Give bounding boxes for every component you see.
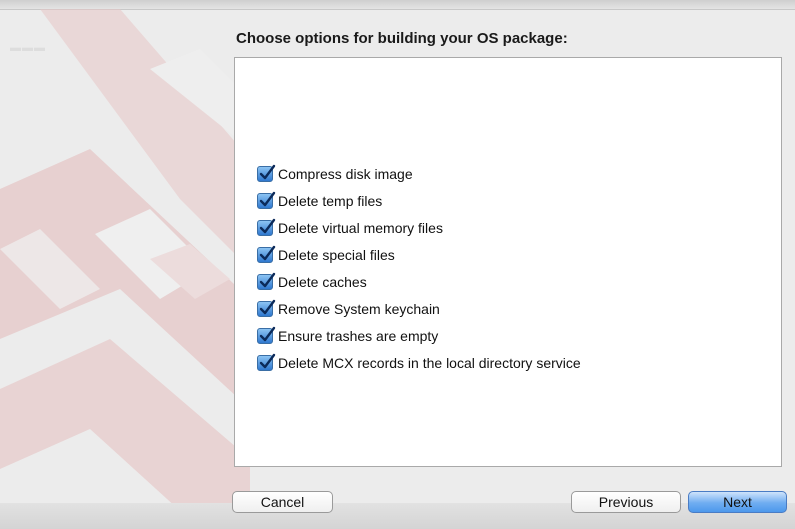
- option-label: Delete temp files: [278, 193, 383, 210]
- options-list: Compress disk image Delete temp files Dele…: [257, 161, 581, 376]
- option-row[interactable]: Delete MCX records in the local director…: [257, 349, 581, 376]
- checkbox[interactable]: [257, 165, 276, 183]
- checkbox[interactable]: [257, 326, 276, 344]
- checkmark-icon: [259, 219, 276, 234]
- option-row[interactable]: Delete temp files: [257, 188, 581, 215]
- previous-button[interactable]: Previous: [571, 491, 681, 513]
- option-label: Remove System keychain: [278, 300, 440, 317]
- checkmark-icon: [259, 272, 276, 288]
- options-panel: Compress disk image Delete temp files Dele…: [234, 57, 782, 467]
- checkmark-icon: [259, 192, 276, 207]
- option-label: Compress disk image: [278, 166, 413, 183]
- option-row[interactable]: Compress disk image: [257, 161, 581, 188]
- option-row[interactable]: Ensure trashes are empty: [257, 322, 581, 349]
- sidebar-faint-text: ▬▬▬: [10, 42, 46, 54]
- checkmark-icon: [259, 299, 276, 315]
- checkmark-icon: [259, 326, 276, 341]
- checkmark-icon: [259, 165, 276, 180]
- option-label: Ensure trashes are empty: [278, 327, 439, 344]
- option-label: Delete virtual memory files: [278, 220, 443, 237]
- installer-window: ▬▬▬ Choose options for building your OS …: [0, 0, 795, 529]
- checkbox[interactable]: [257, 245, 276, 264]
- option-label: Delete caches: [278, 274, 367, 290]
- checkmark-icon: [259, 353, 276, 368]
- option-label: Delete MCX records in the local director…: [278, 354, 581, 371]
- checkbox[interactable]: [257, 353, 276, 371]
- option-label: Delete special files: [278, 247, 395, 264]
- next-button[interactable]: Next: [688, 491, 787, 513]
- option-row[interactable]: Delete virtual memory files: [257, 215, 581, 242]
- page-title: Choose options for building your OS pack…: [236, 30, 568, 47]
- checkbox[interactable]: [257, 272, 276, 290]
- cancel-button[interactable]: Cancel: [232, 491, 333, 513]
- checkbox[interactable]: [257, 299, 276, 317]
- option-row[interactable]: Remove System keychain: [257, 295, 581, 322]
- checkbox[interactable]: [257, 219, 276, 237]
- checkmark-icon: [259, 245, 276, 261]
- checkbox[interactable]: [257, 192, 276, 210]
- option-row[interactable]: Delete caches: [257, 269, 581, 296]
- option-row[interactable]: Delete special files: [257, 242, 581, 269]
- app-background-artwork: [0, 9, 250, 529]
